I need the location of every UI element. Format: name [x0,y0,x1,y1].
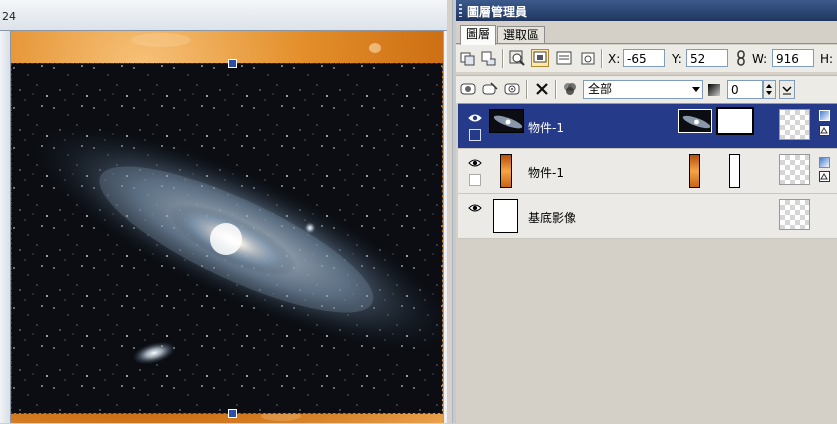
layer-row[interactable]: 基底影像 [458,194,837,239]
layer-row[interactable]: 物件-1 [458,149,837,194]
layer-transparency-thumbnail [779,199,810,230]
tab-layers[interactable]: 圖層 [460,25,497,45]
tab-selection[interactable]: 選取區 [497,26,546,44]
top-ruler: 24 [0,0,447,31]
opacity-slider-button[interactable] [779,80,795,99]
eye-icon[interactable] [468,113,482,123]
opacity-spinner[interactable] [763,80,776,99]
layer-name[interactable]: 物件-1 [528,119,564,136]
layer-thumbnail-right [678,109,712,133]
spin-up-icon[interactable] [766,84,772,88]
texture-icon[interactable] [819,125,830,136]
y-position-field[interactable]: 52 [686,49,728,67]
tab-row: 圖層 選取區 [456,22,837,45]
gradient-icon[interactable] [819,110,830,121]
copy-layer-icon[interactable] [460,50,476,66]
left-ruler [0,31,11,423]
spin-down-icon[interactable] [766,91,772,95]
x-position-field[interactable]: -65 [623,49,665,67]
panel-title-bar[interactable]: 圖層管理員 [456,0,837,21]
blend-icon[interactable] [562,81,578,97]
chevron-down-icon [692,87,700,92]
galaxy-image[interactable] [11,63,442,413]
layer-thumbnail [493,199,518,233]
layer-name[interactable]: 物件-1 [528,164,564,181]
chain-link-icon[interactable] [736,50,746,66]
layer-mask-thumbnail[interactable] [716,107,754,135]
canvas-area[interactable]: 24 [0,0,447,423]
layer-list[interactable]: 物件-1 物件-1 基底影像 [458,103,837,424]
mask-edit-icon[interactable] [482,81,498,97]
blend-mode-value: 全部 [588,82,613,96]
texture-icon[interactable] [819,171,830,182]
lock-icon[interactable] [580,50,596,66]
width-field[interactable]: 916 [772,49,814,67]
eye-icon[interactable] [468,158,482,168]
resize-handle-bottom[interactable] [228,409,237,418]
grip-icon[interactable] [459,4,462,17]
height-label: H: [820,52,834,66]
width-label: W: [752,52,768,66]
layer-row[interactable]: 物件-1 [458,104,837,149]
delete-icon[interactable] [534,81,550,97]
x-label: X: [608,52,621,66]
y-label: Y: [672,52,682,66]
layer-thumbnail-right [689,154,700,188]
opacity-gradient-icon [708,84,720,96]
layer-thumbnail [489,109,524,133]
opacity-field[interactable]: 0 [727,80,763,99]
panel-title: 圖層管理員 [467,5,528,19]
mask-add-icon[interactable] [460,81,476,97]
layer-link-checkbox[interactable] [469,174,481,186]
layer-toolbar-top: X: -65 Y: 52 W: 916 H: [456,45,837,72]
layer-manager-panel: 圖層管理員 圖層 選取區 X: -65 Y: 52 W: 916 H: 全部 0… [456,0,837,424]
layer-name[interactable]: 基底影像 [528,209,576,226]
mask-view-icon[interactable] [504,81,520,97]
layer-mask-thumbnail[interactable] [729,154,740,188]
layer-transparency-thumbnail [779,154,810,185]
gradient-icon[interactable] [819,157,830,168]
layer-transparency-thumbnail [779,109,810,140]
layer-link-checkbox[interactable] [469,129,481,141]
layer-view-icon[interactable] [531,49,549,67]
chevron-down-icon [782,86,792,95]
ruler-number: 24 [2,10,16,23]
properties-icon[interactable] [556,50,572,66]
resize-handle-top[interactable] [228,59,237,68]
blend-mode-select[interactable]: 全部 [583,80,703,99]
layer-toolbar-bottom: 全部 0 [456,75,837,103]
zoom-to-object-icon[interactable] [509,50,525,66]
merge-layer-icon[interactable] [481,50,497,66]
layer-thumbnail [500,154,512,188]
layer-list-empty-area [458,239,837,424]
eye-icon[interactable] [468,203,482,213]
